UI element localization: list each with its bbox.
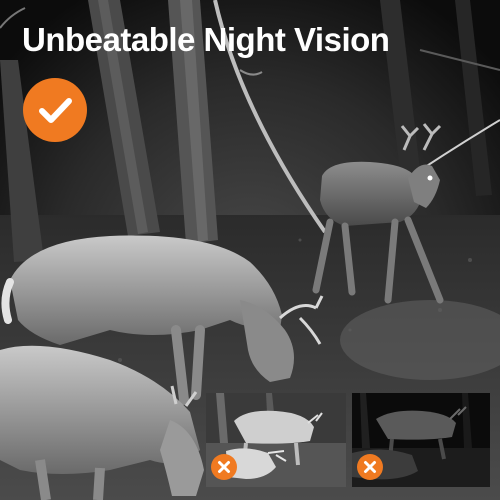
check-icon [39,98,72,123]
close-icon [218,461,230,473]
reject-badge [357,454,383,480]
reject-badge [211,454,237,480]
close-icon [364,461,376,473]
comparison-thumbnail-washed-out [206,393,346,487]
check-badge [23,78,87,142]
headline: Unbeatable Night Vision [22,21,390,58]
comparison-thumbnail-dark [352,393,490,487]
